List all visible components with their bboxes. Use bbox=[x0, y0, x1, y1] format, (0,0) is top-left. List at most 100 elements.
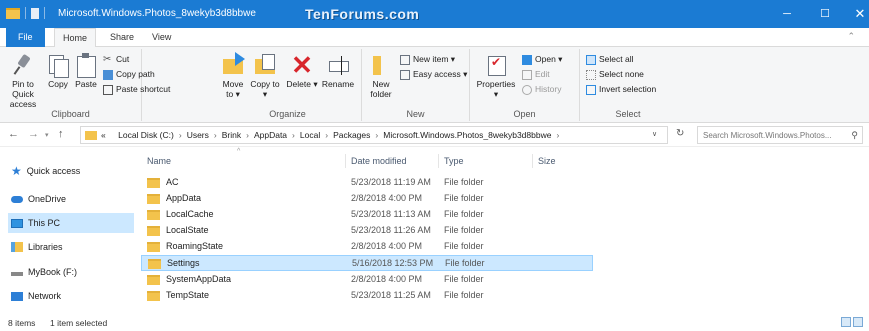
file-row-selected[interactable]: Settings 5/16/2018 12:53 PM File folder bbox=[141, 255, 593, 271]
recent-locations-icon[interactable]: ▾ bbox=[45, 131, 49, 139]
ribbon: Pin to Quick access Copy Paste ✂ Cut Cop… bbox=[0, 47, 869, 123]
breadcrumb-separator bbox=[111, 130, 113, 140]
folder-icon bbox=[147, 210, 160, 220]
copy-to-button[interactable]: Copy to ▾ bbox=[250, 53, 280, 99]
forward-arrow-icon[interactable]: → bbox=[28, 128, 39, 140]
breadcrumb-item[interactable]: Users bbox=[187, 130, 209, 140]
back-arrow-icon[interactable]: ← bbox=[8, 128, 19, 140]
address-bar[interactable]: « Local Disk (C:) › Users › Brink › AppD… bbox=[80, 126, 668, 144]
breadcrumb-separator[interactable]: › bbox=[325, 130, 328, 140]
copy-path-button[interactable]: Copy path bbox=[103, 68, 155, 81]
column-divider[interactable] bbox=[345, 154, 346, 168]
file-row[interactable]: LocalState 5/23/2018 11:26 AM File folde… bbox=[141, 223, 593, 239]
large-icons-view-icon[interactable] bbox=[853, 317, 863, 327]
breadcrumb-item[interactable]: Brink bbox=[222, 130, 241, 140]
ribbon-toggle-icon[interactable]: ⌃ bbox=[847, 31, 855, 42]
column-divider[interactable] bbox=[438, 154, 439, 168]
up-arrow-icon[interactable]: ↑ bbox=[58, 128, 64, 140]
breadcrumb-item[interactable]: Microsoft.Windows.Photos_8wekyb3d8bbwe bbox=[383, 130, 551, 140]
paste-shortcut-button[interactable]: Paste shortcut bbox=[103, 83, 170, 96]
paste-button[interactable]: Paste bbox=[72, 53, 100, 89]
open-label: Open ▾ bbox=[535, 54, 563, 64]
rename-button[interactable]: Rename bbox=[320, 53, 356, 89]
separator bbox=[44, 7, 45, 19]
new-folder-label: New folder bbox=[370, 79, 392, 99]
breadcrumb-separator[interactable]: › bbox=[556, 130, 559, 140]
file-row[interactable]: RoamingState 2/8/2018 4:00 PM File folde… bbox=[141, 239, 593, 255]
column-header-size[interactable]: Size bbox=[538, 156, 556, 166]
breadcrumb-item[interactable]: Local bbox=[300, 130, 320, 140]
file-row[interactable]: AC 5/23/2018 11:19 AM File folder bbox=[141, 175, 593, 191]
breadcrumb-separator[interactable]: › bbox=[375, 130, 378, 140]
nav-item-mybook[interactable]: MyBook (F:) bbox=[8, 262, 134, 282]
tab-file[interactable]: File bbox=[6, 28, 45, 47]
file-row[interactable]: AppData 2/8/2018 4:00 PM File folder bbox=[141, 191, 593, 207]
breadcrumb-item[interactable]: AppData bbox=[254, 130, 287, 140]
edit-button[interactable]: Edit bbox=[522, 68, 550, 81]
breadcrumb-separator[interactable]: › bbox=[246, 130, 249, 140]
tab-share[interactable]: Share bbox=[102, 28, 142, 47]
view-switcher bbox=[841, 317, 863, 327]
column-header-name[interactable]: Name bbox=[147, 156, 171, 166]
file-row[interactable]: SystemAppData 2/8/2018 4:00 PM File fold… bbox=[141, 272, 593, 288]
cut-button[interactable]: ✂ Cut bbox=[103, 53, 129, 66]
nav-item-libraries[interactable]: Libraries bbox=[8, 237, 134, 257]
rename-label: Rename bbox=[321, 79, 355, 89]
invert-selection-button[interactable]: Invert selection bbox=[586, 83, 656, 96]
column-header-date-modified[interactable]: Date modified bbox=[351, 156, 407, 166]
file-date: 5/23/2018 11:13 AM bbox=[351, 209, 431, 219]
easy-access-button[interactable]: Easy access ▾ bbox=[400, 68, 467, 81]
edit-label: Edit bbox=[535, 69, 550, 79]
history-button[interactable]: History bbox=[522, 83, 561, 96]
edit-icon bbox=[522, 69, 532, 80]
maximize-button[interactable]: ☐ bbox=[808, 0, 842, 28]
new-item-label: New item ▾ bbox=[413, 54, 456, 64]
file-name: Settings bbox=[167, 258, 200, 268]
nav-item-onedrive[interactable]: OneDrive bbox=[8, 189, 134, 209]
nav-item-network[interactable]: Network bbox=[8, 286, 134, 306]
pc-icon bbox=[11, 218, 23, 228]
file-date: 5/23/2018 11:19 AM bbox=[351, 177, 431, 187]
pin-to-quick-access-button[interactable]: Pin to Quick access bbox=[2, 53, 44, 109]
details-view-icon[interactable] bbox=[841, 317, 851, 327]
copy-to-icon bbox=[253, 53, 277, 77]
minimize-button[interactable]: ─ bbox=[770, 0, 804, 28]
new-folder-button[interactable]: New folder bbox=[366, 53, 396, 99]
new-item-button[interactable]: New item ▾ bbox=[400, 53, 455, 66]
file-row[interactable]: TempState 5/23/2018 11:25 AM File folder bbox=[141, 288, 593, 304]
nav-item-label: Libraries bbox=[28, 242, 63, 252]
refresh-icon[interactable]: ↻ bbox=[676, 128, 684, 139]
close-button[interactable]: ✕ bbox=[843, 0, 869, 28]
select-all-icon bbox=[586, 54, 596, 65]
move-to-button[interactable]: Move to ▾ bbox=[218, 53, 248, 99]
column-header-type[interactable]: Type bbox=[444, 156, 464, 166]
tab-home[interactable]: Home bbox=[54, 28, 97, 48]
select-all-button[interactable]: Select all bbox=[586, 53, 634, 66]
file-name: LocalState bbox=[166, 225, 209, 235]
title-bar: Microsoft.Windows.Photos_8wekyb3d8bbwe T… bbox=[0, 0, 869, 28]
file-row[interactable]: LocalCache 5/23/2018 11:13 AM File folde… bbox=[141, 207, 593, 223]
address-dropdown-icon[interactable]: ∨ bbox=[652, 130, 657, 138]
column-divider[interactable] bbox=[532, 154, 533, 168]
selection-count: 1 item selected bbox=[50, 318, 108, 328]
breadcrumb-separator[interactable]: › bbox=[292, 130, 295, 140]
breadcrumb-separator[interactable]: › bbox=[179, 130, 182, 140]
properties-quick-icon[interactable] bbox=[31, 7, 39, 19]
properties-button[interactable]: Properties ▾ bbox=[476, 53, 516, 99]
breadcrumb-separator[interactable]: › bbox=[214, 130, 217, 140]
breadcrumb-item[interactable]: Local Disk (C:) bbox=[118, 130, 174, 140]
nav-item-this-pc[interactable]: This PC bbox=[8, 213, 134, 233]
tab-view[interactable]: View bbox=[144, 28, 179, 47]
history-label: History bbox=[535, 84, 562, 94]
copy-button[interactable]: Copy bbox=[44, 53, 72, 89]
pin-icon bbox=[11, 53, 35, 77]
cloud-icon bbox=[11, 195, 23, 203]
nav-item-quick-access[interactable]: ★ Quick access bbox=[8, 161, 134, 181]
open-button[interactable]: Open ▾ bbox=[522, 53, 562, 66]
delete-button[interactable]: ✕ Delete ▾ bbox=[286, 52, 318, 89]
select-none-button[interactable]: Select none bbox=[586, 68, 644, 81]
folder-icon bbox=[148, 259, 161, 269]
breadcrumb-item[interactable]: Packages bbox=[333, 130, 370, 140]
breadcrumb-overflow-icon[interactable]: « bbox=[101, 130, 106, 140]
search-input[interactable]: Search Microsoft.Windows.Photos... ⚲ bbox=[697, 126, 863, 144]
